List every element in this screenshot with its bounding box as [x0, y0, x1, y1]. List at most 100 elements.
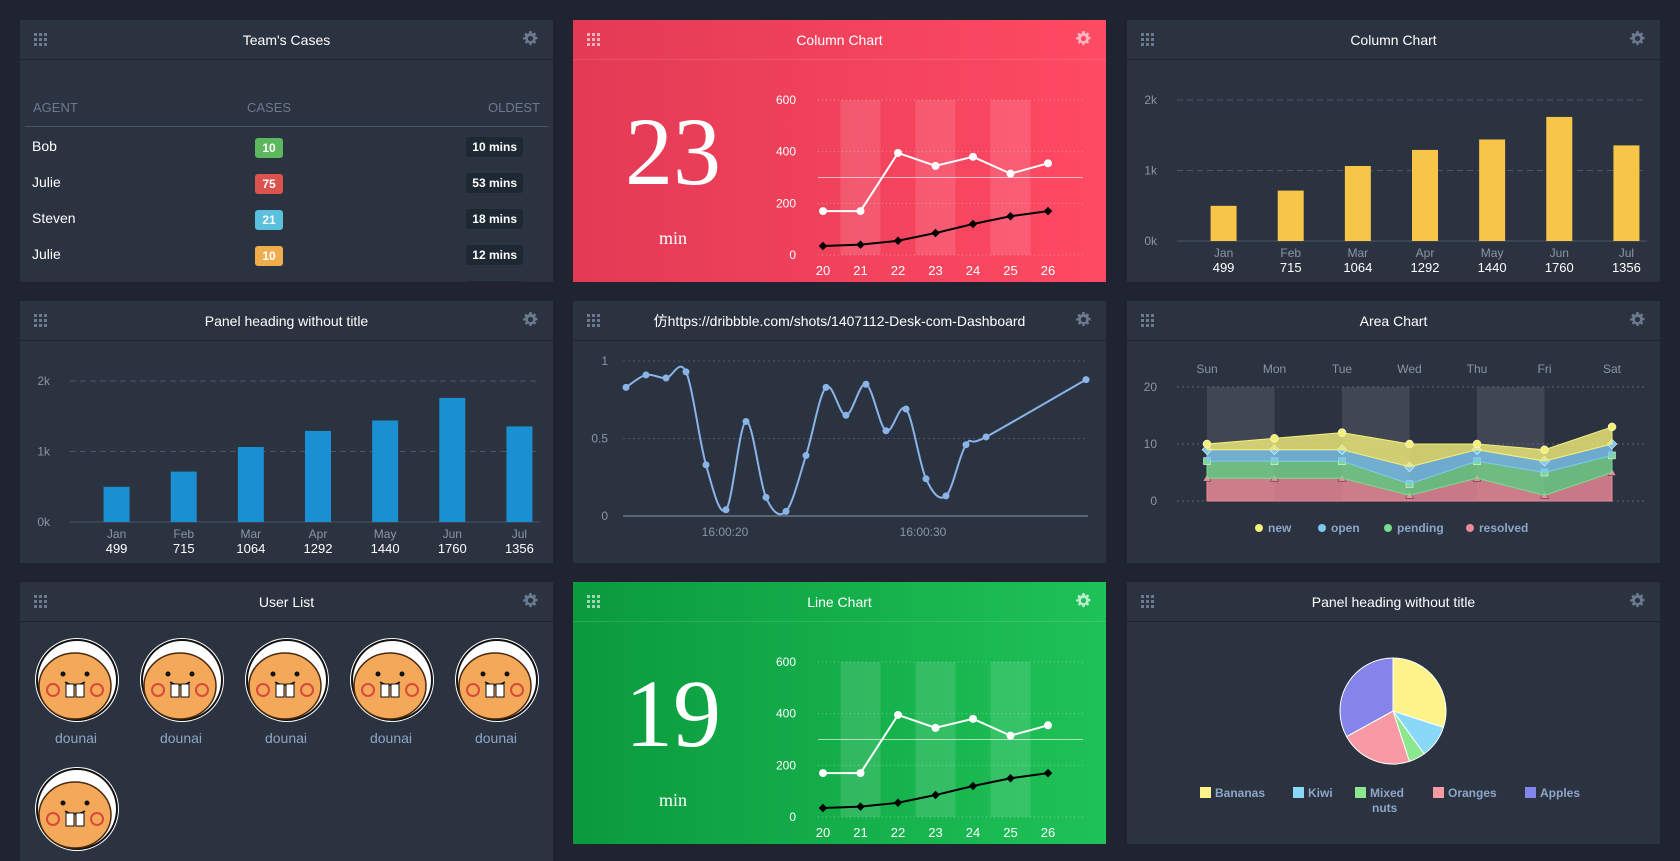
gear-icon[interactable]	[1630, 593, 1645, 608]
red-column-chart-panel: Column Chart 23 min 0 200 400 600 20 21 22 23 24…	[573, 20, 1106, 282]
gear-icon[interactable]	[523, 593, 538, 608]
x-tick-label: Jul	[1619, 246, 1634, 260]
x-tick-label: Mar	[241, 527, 262, 541]
grid-icon[interactable]	[587, 33, 600, 46]
user-name: dounai	[159, 730, 203, 746]
gear-icon[interactable]	[1076, 593, 1091, 608]
panel-title: Panel heading without title	[1311, 594, 1476, 610]
y-tick-label: 1k	[37, 445, 51, 459]
legend-label: new	[1268, 521, 1292, 535]
data-point	[622, 383, 630, 391]
y-tick-label: 0	[789, 248, 796, 262]
metric-unit: min	[658, 790, 687, 810]
gear-icon[interactable]	[1630, 31, 1645, 46]
data-point	[1337, 428, 1347, 437]
grid-icon[interactable]	[34, 33, 47, 46]
gear-icon[interactable]	[1630, 312, 1645, 327]
table-row[interactable]: Steven1023 mins	[32, 274, 528, 282]
gear-icon[interactable]	[523, 31, 538, 46]
x-tick-label: 20	[816, 263, 830, 278]
grid-icon[interactable]	[587, 314, 600, 327]
cases-badge: 21	[255, 210, 283, 230]
grid-icon[interactable]	[1141, 314, 1154, 327]
table-row[interactable]: Steven 21 18 mins	[32, 202, 528, 238]
grid-icon[interactable]	[34, 314, 47, 327]
bar	[1210, 205, 1237, 241]
user-item[interactable]: dounai	[33, 638, 119, 748]
x-tick-label: 21	[853, 825, 867, 840]
oldest-label: 10 mins	[466, 137, 523, 157]
table-row[interactable]: Bob 10 10 mins	[32, 130, 528, 166]
grid-icon[interactable]	[587, 595, 600, 608]
data-point	[856, 207, 865, 216]
data-point	[842, 411, 850, 419]
data-point	[856, 769, 865, 778]
value-label: 1356	[505, 541, 534, 556]
x-tick-label: Sun	[1196, 362, 1217, 376]
data-point	[1044, 721, 1052, 730]
metric-unit: min	[658, 228, 687, 248]
avatar	[140, 638, 224, 722]
y-tick-label: 0.5	[591, 432, 608, 446]
x-tick-label: 16:00:30	[900, 525, 947, 539]
grid-icon[interactable]	[1141, 33, 1154, 46]
oldest-label: 23 mins	[466, 281, 523, 282]
gear-icon[interactable]	[1076, 31, 1091, 46]
user-item[interactable]: dounai	[243, 638, 329, 748]
x-tick-label: Mon	[1263, 362, 1286, 376]
user-item[interactable]: dounai	[453, 638, 539, 748]
realtime-chart-panel: 仿https://dribbble.com/shots/1407112-Desk…	[573, 301, 1106, 563]
data-point	[862, 380, 870, 388]
data-point	[1043, 768, 1053, 778]
value-label: 1440	[371, 541, 400, 556]
user-item[interactable]: dounai	[138, 638, 224, 748]
value-label: 499	[106, 541, 128, 556]
cases-badge: 75	[255, 174, 283, 194]
bar	[237, 446, 264, 522]
table-row[interactable]: Julie 10 12 mins	[32, 238, 528, 274]
gear-icon[interactable]	[523, 312, 538, 327]
value-label: 715	[1280, 260, 1302, 275]
panel-title: Area Chart	[1359, 313, 1428, 329]
red-line-chart: 0 200 400 600 20 21 22 23 24 25 26	[776, 93, 1083, 278]
user-item[interactable]	[33, 767, 119, 861]
data-point	[782, 507, 790, 515]
grid-icon[interactable]	[1141, 595, 1154, 608]
x-tick-label: 26	[1041, 825, 1055, 840]
data-point	[893, 798, 903, 808]
user-item[interactable]: dounai	[348, 638, 434, 748]
panel-title: Team's Cases	[242, 32, 331, 48]
grid-icon[interactable]	[34, 595, 47, 608]
yellow-column-chart-panel: Column Chart 0k 1k 2k Jan 499 Feb 715 Mar 1064 Ap…	[1127, 20, 1660, 282]
data-point	[968, 781, 978, 791]
legend-marker	[1384, 524, 1392, 532]
panel-heading: User List	[20, 582, 553, 622]
legend-label: open	[1331, 521, 1360, 535]
col-header-oldest: OLDEST	[487, 100, 540, 115]
data-point	[942, 492, 950, 500]
x-tick-label: 23	[928, 263, 942, 278]
data-point	[894, 710, 902, 719]
avatar	[35, 767, 119, 851]
panel-heading: Line Chart	[573, 582, 1106, 622]
y-tick-label: 2k	[1144, 93, 1158, 107]
x-tick-label: 21	[853, 263, 867, 278]
legend-label: Bananas	[1215, 786, 1265, 800]
y-tick-label: 400	[776, 145, 796, 159]
x-tick-label: Jun	[443, 527, 462, 541]
yellow-column-chart: 0k 1k 2k Jan499 Feb715 Mar1064 Apr1292 May1440 J…	[1144, 93, 1647, 275]
legend-marker	[1255, 524, 1263, 532]
gear-icon[interactable]	[1076, 312, 1091, 327]
data-point	[969, 152, 977, 161]
data-point	[1405, 439, 1414, 449]
x-tick-label: May	[374, 527, 397, 541]
legend-label: nuts	[1372, 801, 1398, 815]
x-tick-label: 22	[891, 825, 905, 840]
bar	[1344, 165, 1371, 241]
y-tick-label: 0k	[1144, 234, 1158, 248]
x-tick-label: 25	[1003, 263, 1017, 278]
y-tick-label: 10	[1144, 437, 1158, 451]
data-point	[1043, 206, 1053, 216]
x-tick-label: 24	[966, 263, 980, 278]
table-row[interactable]: Julie 75 53 mins	[32, 166, 528, 202]
